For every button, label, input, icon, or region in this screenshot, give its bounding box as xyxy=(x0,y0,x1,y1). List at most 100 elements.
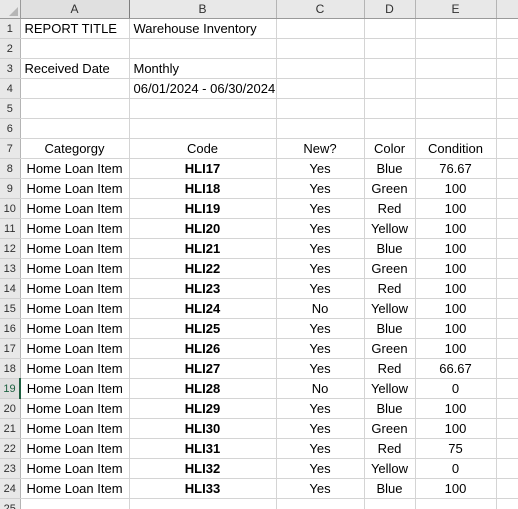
cell-d16[interactable]: Blue xyxy=(364,318,416,339)
cell-f19[interactable] xyxy=(496,378,518,399)
cell-f5[interactable] xyxy=(496,98,518,119)
cell-a7-category-header[interactable]: Categorgy xyxy=(20,138,130,159)
cell-c18[interactable]: Yes xyxy=(276,358,365,379)
cell-b13[interactable]: HLI22 xyxy=(129,258,277,279)
cell-c13[interactable]: Yes xyxy=(276,258,365,279)
cell-f12[interactable] xyxy=(496,238,518,259)
cell-a22[interactable]: Home Loan Item xyxy=(20,438,130,459)
row-header-13[interactable]: 13 xyxy=(0,258,21,279)
cell-f16[interactable] xyxy=(496,318,518,339)
row-header-14[interactable]: 14 xyxy=(0,278,21,299)
row-header-16[interactable]: 16 xyxy=(0,318,21,339)
cell-b1[interactable]: Warehouse Inventory xyxy=(129,18,277,39)
cell-b23[interactable]: HLI32 xyxy=(129,458,277,479)
cell-a19[interactable]: Home Loan Item xyxy=(19,378,130,399)
cell-b17[interactable]: HLI26 xyxy=(129,338,277,359)
cell-b7-code-header[interactable]: Code xyxy=(129,138,277,159)
column-header-c[interactable]: C xyxy=(276,0,365,19)
row-header-25[interactable]: 25 xyxy=(0,498,21,509)
cell-b25[interactable] xyxy=(129,498,277,509)
cell-d24[interactable]: Blue xyxy=(364,478,416,499)
cell-f18[interactable] xyxy=(496,358,518,379)
cell-d9[interactable]: Green xyxy=(364,178,416,199)
cell-a16[interactable]: Home Loan Item xyxy=(20,318,130,339)
cell-d8[interactable]: Blue xyxy=(364,158,416,179)
cell-c8[interactable]: Yes xyxy=(276,158,365,179)
cell-b8[interactable]: HLI17 xyxy=(129,158,277,179)
cell-c20[interactable]: Yes xyxy=(276,398,365,419)
cell-a9[interactable]: Home Loan Item xyxy=(20,178,130,199)
cell-d23[interactable]: Yellow xyxy=(364,458,416,479)
cell-c11[interactable]: Yes xyxy=(276,218,365,239)
cell-a17[interactable]: Home Loan Item xyxy=(20,338,130,359)
cell-a23[interactable]: Home Loan Item xyxy=(20,458,130,479)
cell-d22[interactable]: Red xyxy=(364,438,416,459)
cell-f21[interactable] xyxy=(496,418,518,439)
cell-e22[interactable]: 75 xyxy=(415,438,497,459)
cell-f6[interactable] xyxy=(496,118,518,139)
row-header-6[interactable]: 6 xyxy=(0,118,21,139)
cell-f8[interactable] xyxy=(496,158,518,179)
cell-e2[interactable] xyxy=(415,38,497,59)
cell-c24[interactable]: Yes xyxy=(276,478,365,499)
cell-e23[interactable]: 0 xyxy=(415,458,497,479)
cell-d10[interactable]: Red xyxy=(364,198,416,219)
column-header-a[interactable]: A xyxy=(20,0,130,19)
cell-c1[interactable] xyxy=(276,18,365,39)
cell-d14[interactable]: Red xyxy=(364,278,416,299)
cell-c22[interactable]: Yes xyxy=(276,438,365,459)
cell-d15[interactable]: Yellow xyxy=(364,298,416,319)
cell-c12[interactable]: Yes xyxy=(276,238,365,259)
cell-c17[interactable]: Yes xyxy=(276,338,365,359)
cell-a21[interactable]: Home Loan Item xyxy=(20,418,130,439)
cell-a11[interactable]: Home Loan Item xyxy=(20,218,130,239)
row-header-17[interactable]: 17 xyxy=(0,338,21,359)
cell-f9[interactable] xyxy=(496,178,518,199)
cell-f20[interactable] xyxy=(496,398,518,419)
cell-b2[interactable] xyxy=(129,38,277,59)
row-header-24[interactable]: 24 xyxy=(0,478,21,499)
cell-d18[interactable]: Red xyxy=(364,358,416,379)
cell-a20[interactable]: Home Loan Item xyxy=(20,398,130,419)
cell-c2[interactable] xyxy=(276,38,365,59)
cell-a15[interactable]: Home Loan Item xyxy=(20,298,130,319)
cell-b15[interactable]: HLI24 xyxy=(129,298,277,319)
cell-b20[interactable]: HLI29 xyxy=(129,398,277,419)
cell-d20[interactable]: Blue xyxy=(364,398,416,419)
cell-d3[interactable] xyxy=(364,58,416,79)
column-header-e[interactable]: E xyxy=(415,0,497,19)
cell-c9[interactable]: Yes xyxy=(276,178,365,199)
row-header-7[interactable]: 7 xyxy=(0,138,21,159)
cell-d5[interactable] xyxy=(364,98,416,119)
cell-b9[interactable]: HLI18 xyxy=(129,178,277,199)
cell-a4[interactable] xyxy=(20,78,130,99)
cell-f10[interactable] xyxy=(496,198,518,219)
cell-b19[interactable]: HLI28 xyxy=(129,378,277,399)
cell-f17[interactable] xyxy=(496,338,518,359)
row-header-1[interactable]: 1 xyxy=(0,18,21,39)
cell-d6[interactable] xyxy=(364,118,416,139)
cell-e19[interactable]: 0 xyxy=(415,378,497,399)
cell-a12[interactable]: Home Loan Item xyxy=(20,238,130,259)
cell-a1[interactable]: REPORT TITLE xyxy=(20,18,130,39)
row-header-10[interactable]: 10 xyxy=(0,198,21,219)
cell-a8[interactable]: Home Loan Item xyxy=(20,158,130,179)
cell-b11[interactable]: HLI20 xyxy=(129,218,277,239)
cell-d11[interactable]: Yellow xyxy=(364,218,416,239)
row-header-20[interactable]: 20 xyxy=(0,398,21,419)
cell-e8[interactable]: 76.67 xyxy=(415,158,497,179)
cell-a13[interactable]: Home Loan Item xyxy=(20,258,130,279)
cell-a18[interactable]: Home Loan Item xyxy=(20,358,130,379)
cell-c6[interactable] xyxy=(276,118,365,139)
cell-e16[interactable]: 100 xyxy=(415,318,497,339)
cell-c3[interactable] xyxy=(276,58,365,79)
cell-e3[interactable] xyxy=(415,58,497,79)
cell-e17[interactable]: 100 xyxy=(415,338,497,359)
row-header-2[interactable]: 2 xyxy=(0,38,21,59)
row-header-18[interactable]: 18 xyxy=(0,358,21,379)
cell-e11[interactable]: 100 xyxy=(415,218,497,239)
cell-b4[interactable]: 06/01/2024 - 06/30/2024 xyxy=(129,78,277,99)
cell-d2[interactable] xyxy=(364,38,416,59)
cell-a5[interactable] xyxy=(20,98,130,119)
cell-b18[interactable]: HLI27 xyxy=(129,358,277,379)
